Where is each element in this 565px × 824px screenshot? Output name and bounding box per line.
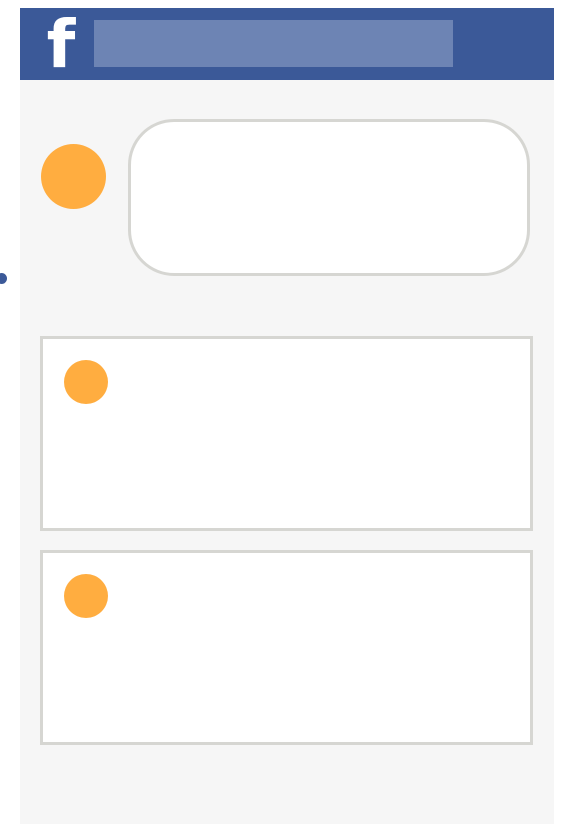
search-input[interactable] [94,20,453,67]
profile-avatar-icon[interactable] [41,144,106,209]
feed-post [40,336,533,531]
post-author-avatar-icon[interactable] [64,574,108,618]
news-feed [20,80,554,824]
top-bar: f [20,8,554,80]
edge-dot [0,273,7,284]
phone-screen: f [20,8,554,824]
feed-post [40,550,533,745]
facebook-logo-icon: f [46,6,76,83]
status-composer-input[interactable] [128,119,530,276]
post-author-avatar-icon[interactable] [64,360,108,404]
